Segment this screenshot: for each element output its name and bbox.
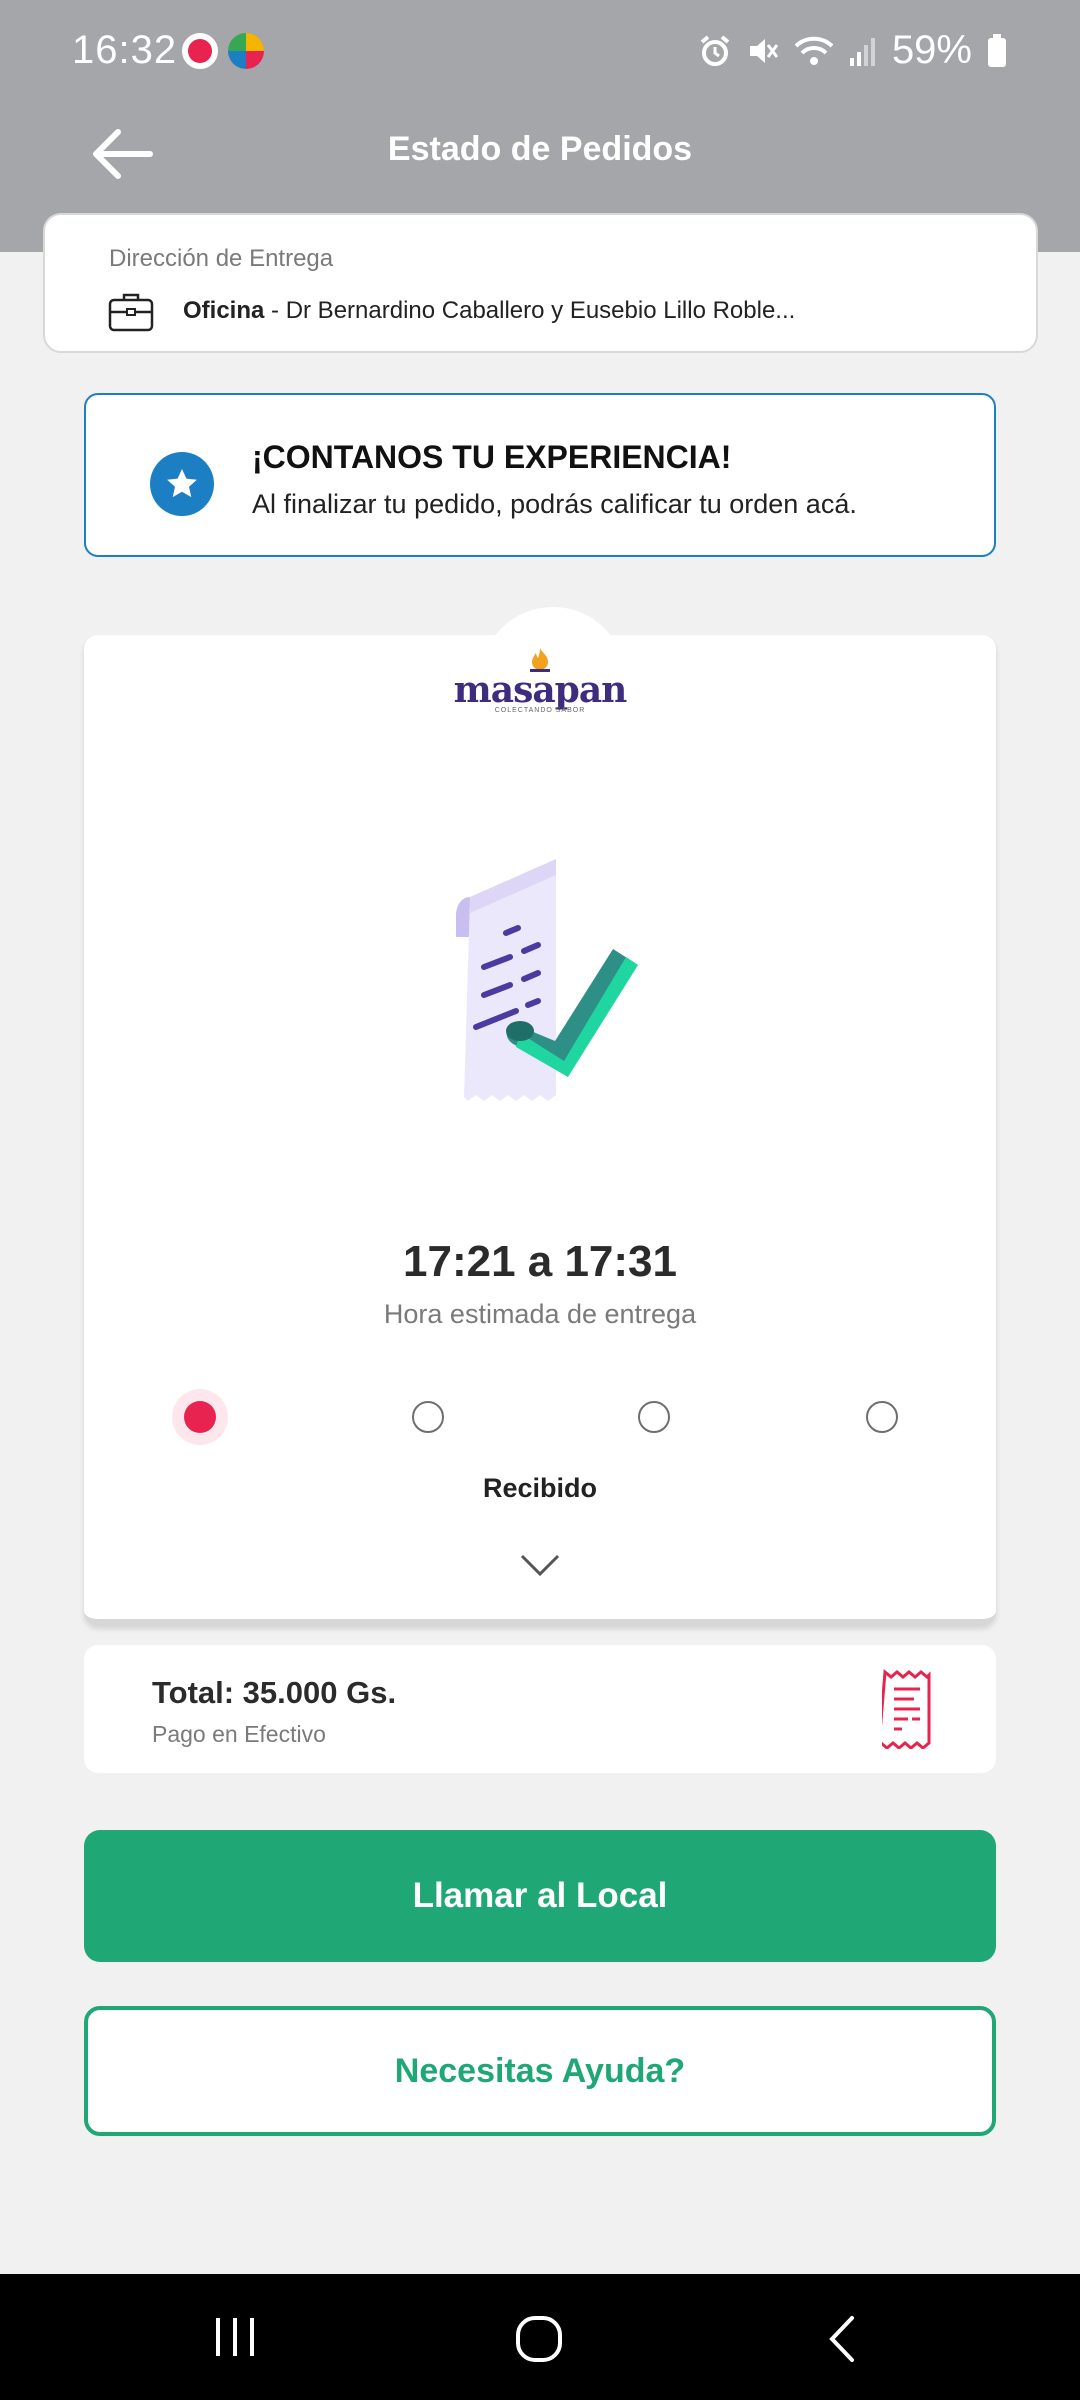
alarm-icon (700, 34, 730, 66)
step-dot-1 (184, 1401, 216, 1433)
address-place-name: Oficina (183, 297, 265, 324)
store-logo: masapan COLECTANDO SABOR (84, 647, 996, 714)
status-bar: 16:32 59% (0, 0, 1080, 108)
address-place-detail: - Dr Bernardino Caballero y Eusebio Lill… (264, 297, 796, 324)
call-store-button[interactable]: Llamar al Local (84, 1830, 996, 1962)
back-nav-icon[interactable] (824, 2314, 858, 2364)
status-indicators: 59% (698, 28, 1008, 73)
expand-details-button[interactable] (520, 1553, 560, 1584)
total-amount: Total: 35.000 Gs. (152, 1675, 397, 1710)
star-icon (167, 469, 197, 498)
battery-percent: 59% (891, 28, 972, 72)
delivery-address-text: Oficina - Dr Bernardino Caballero y Euse… (183, 297, 795, 325)
need-help-button[interactable]: Necesitas Ayuda? (84, 2006, 996, 2136)
battery-icon (988, 33, 1006, 67)
app-notification-icon (182, 33, 218, 69)
status-time: 16:32 (72, 28, 178, 72)
signal-icon (849, 37, 875, 66)
order-progress-steps (84, 1387, 996, 1447)
star-badge (150, 452, 214, 516)
step-dot-2 (412, 1401, 444, 1433)
page-title: Estado de Pedidos (387, 130, 693, 168)
experience-subtitle: Al finalizar tu pedido, podrás calificar… (252, 489, 857, 519)
step-dot-4 (866, 1401, 898, 1433)
delivery-address-card[interactable]: Dirección de Entrega Oficina - Dr Bernar… (43, 213, 1038, 353)
order-received-illustration (456, 859, 638, 1101)
rate-experience-card[interactable]: ¡CONTANOS TU EXPERIENCIA! Al finalizar t… (84, 393, 996, 557)
eta-label: Hora estimada de entrega (383, 1299, 697, 1329)
experience-title: ¡CONTANOS TU EXPERIENCIA! (252, 439, 732, 475)
delivery-address-label: Dirección de Entrega (109, 245, 334, 272)
store-logo-text: masapan (453, 669, 628, 711)
chevron-down-icon (520, 1554, 560, 1577)
order-total-card[interactable]: Total: 35.000 Gs. Pago en Efectivo (84, 1645, 996, 1773)
system-nav-bar (0, 2274, 1080, 2400)
step-dot-3 (638, 1401, 670, 1433)
wifi-icon (794, 36, 834, 65)
browser-notification-icon (228, 33, 264, 69)
status-app-icons (182, 33, 264, 69)
store-logo-tagline: COLECTANDO SABOR (494, 707, 586, 714)
app-header: Estado de Pedidos (0, 108, 1080, 200)
mute-icon (749, 38, 779, 63)
recent-apps-icon[interactable] (212, 2314, 258, 2360)
current-step-label: Recibido (482, 1473, 597, 1503)
eta-time: 17:21 a 17:31 (403, 1237, 677, 1286)
payment-method: Pago en Efectivo (152, 1721, 326, 1747)
home-icon[interactable] (514, 2314, 564, 2364)
order-status-card: masapan COLECTANDO SABOR 17:21 a 17:31 H… (84, 607, 996, 1625)
receipt-icon[interactable] (882, 1669, 932, 1749)
briefcase-icon (108, 293, 154, 332)
